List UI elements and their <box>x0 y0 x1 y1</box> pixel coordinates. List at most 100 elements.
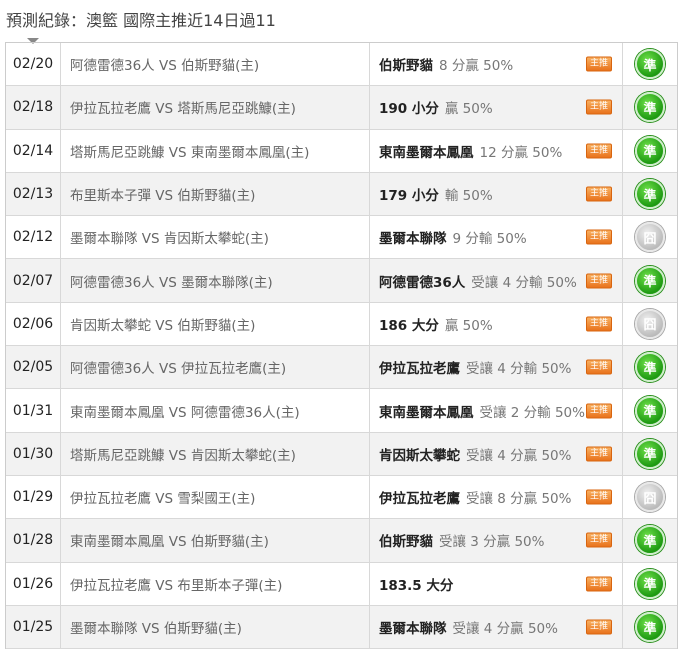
match-cell[interactable]: 墨爾本聯隊 VS 伯斯野貓(主) <box>61 605 370 649</box>
record-date: 02/18 <box>12 99 54 116</box>
pick-team: 190 小分 <box>379 101 439 118</box>
featured-pick-badge: 主推 <box>586 273 612 289</box>
result-cell: 準 <box>623 389 677 431</box>
result-cell: 準 <box>623 346 677 388</box>
pick-detail: 贏 50% <box>444 101 493 118</box>
match-teams[interactable]: 東南墨爾本鳳凰 VS 阿德雷德36人(主) <box>70 401 300 421</box>
match-cell[interactable]: 東南墨爾本鳳凰 VS 伯斯野貓(主) <box>61 519 370 562</box>
table-row[interactable]: 02/05 阿德雷德36人 VS 伊拉瓦拉老鷹(主) 伊拉瓦拉老鷹 受讓 4 分… <box>6 346 677 390</box>
correct-result-icon: 準 <box>635 92 665 123</box>
match-teams[interactable]: 肯因斯太攀蛇 VS 伯斯野貓(主) <box>70 314 255 334</box>
match-cell[interactable]: 布里斯本子彈 VS 伯斯野貓(主) <box>61 172 370 216</box>
result-cell: 準 <box>623 433 677 475</box>
match-cell[interactable]: 阿德雷德36人 VS 墨爾本聯隊(主) <box>61 259 370 302</box>
date-cell: 01/28 <box>6 519 61 562</box>
featured-pick-badge: 主推 <box>586 316 612 332</box>
result-cell: 囧 <box>623 303 677 345</box>
table-row[interactable]: 01/30 塔斯馬尼亞跳鱇 VS 肯因斯太攀蛇(主) 肯因斯太攀蛇 受讓 4 分… <box>6 432 677 476</box>
table-row[interactable]: 01/31 東南墨爾本鳳凰 VS 阿德雷德36人(主) 東南墨爾本鳳凰 受讓 2… <box>6 389 677 433</box>
match-cell[interactable]: 塔斯馬尼亞跳鱇 VS 肯因斯太攀蛇(主) <box>61 432 370 475</box>
pick-cell: 186 大分 贏 50% 主推 <box>370 302 623 346</box>
record-date: 01/26 <box>12 575 54 592</box>
match-cell[interactable]: 阿德雷德36人 VS 伯斯野貓(主) <box>61 43 370 86</box>
date-cell: 02/18 <box>6 86 61 129</box>
table-row[interactable]: 02/06 肯因斯太攀蛇 VS 伯斯野貓(主) 186 大分 贏 50% 主推 … <box>6 302 677 347</box>
record-date: 02/14 <box>12 142 54 159</box>
match-teams[interactable]: 伊拉瓦拉老鷹 VS 雪梨國王(主) <box>70 487 255 507</box>
match-teams[interactable]: 墨爾本聯隊 VS 肯因斯太攀蛇(主) <box>70 227 269 247</box>
table-row[interactable]: 01/26 伊拉瓦拉老鷹 VS 布里斯本子彈(主) 183.5 大分 主推 準 <box>6 562 677 606</box>
result-cell: 準 <box>623 43 677 85</box>
pick-team: 東南墨爾本鳳凰 <box>379 144 474 161</box>
pick-detail: 8 分贏 50% <box>439 58 514 75</box>
table-row[interactable]: 02/13 布里斯本子彈 VS 伯斯野貓(主) 179 小分 輸 50% 主推 … <box>6 172 677 217</box>
match-teams[interactable]: 阿德雷德36人 VS 墨爾本聯隊(主) <box>70 271 273 291</box>
page-title: 預測紀錄：澳籃 國際主推近14日過11 <box>6 11 276 30</box>
match-cell[interactable]: 東南墨爾本鳳凰 VS 阿德雷德36人(主) <box>61 389 370 432</box>
record-date: 01/29 <box>12 489 54 506</box>
correct-result-icon: 準 <box>635 525 665 556</box>
table-row[interactable]: 01/29 伊拉瓦拉老鷹 VS 雪梨國王(主) 伊拉瓦拉老鷹 受讓 8 分贏 5… <box>6 475 677 520</box>
pick-team: 伊拉瓦拉老鷹 <box>379 361 460 378</box>
date-cell: 02/06 <box>6 302 61 346</box>
pick-team: 肯因斯太攀蛇 <box>379 447 460 464</box>
pick-detail: 輸 50% <box>444 188 493 205</box>
featured-pick-badge: 主推 <box>586 403 612 419</box>
match-cell[interactable]: 塔斯馬尼亞跳鱇 VS 東南墨爾本鳳凰(主) <box>61 129 370 172</box>
pick-cell: 肯因斯太攀蛇 受讓 4 分贏 50% 主推 <box>370 432 623 475</box>
match-teams[interactable]: 伊拉瓦拉老鷹 VS 布里斯本子彈(主) <box>70 574 282 594</box>
match-teams[interactable]: 東南墨爾本鳳凰 VS 伯斯野貓(主) <box>70 530 269 550</box>
match-cell[interactable]: 肯因斯太攀蛇 VS 伯斯野貓(主) <box>61 302 370 346</box>
table-row[interactable]: 02/07 阿德雷德36人 VS 墨爾本聯隊(主) 阿德雷德36人 受讓 4 分… <box>6 259 677 303</box>
table-row[interactable]: 01/28 東南墨爾本鳳凰 VS 伯斯野貓(主) 伯斯野貓 受讓 3 分贏 50… <box>6 519 677 563</box>
match-teams[interactable]: 塔斯馬尼亞跳鱇 VS 肯因斯太攀蛇(主) <box>70 444 296 464</box>
match-teams[interactable]: 墨爾本聯隊 VS 伯斯野貓(主) <box>70 617 242 637</box>
missed-result-icon: 囧 <box>635 308 665 339</box>
record-date: 02/06 <box>12 315 54 332</box>
result-cell: 準 <box>623 606 677 648</box>
match-cell[interactable]: 伊拉瓦拉老鷹 VS 塔斯馬尼亞跳鱇(主) <box>61 86 370 129</box>
record-date: 01/30 <box>12 445 54 462</box>
match-cell[interactable]: 阿德雷德36人 VS 伊拉瓦拉老鷹(主) <box>61 346 370 389</box>
pick-cell: 伊拉瓦拉老鷹 受讓 8 分贏 50% 主推 <box>370 475 623 519</box>
table-row[interactable]: 01/25 墨爾本聯隊 VS 伯斯野貓(主) 墨爾本聯隊 受讓 4 分贏 50%… <box>6 605 677 649</box>
match-teams[interactable]: 阿德雷德36人 VS 伊拉瓦拉老鷹(主) <box>70 357 286 377</box>
result-cell: 準 <box>623 519 677 561</box>
table-row[interactable]: 02/14 塔斯馬尼亞跳鱇 VS 東南墨爾本鳳凰(主) 東南墨爾本鳳凰 12 分… <box>6 129 677 173</box>
pick-detail: 受讓 4 分輸 50% <box>466 361 572 378</box>
featured-pick-badge: 主推 <box>586 56 612 72</box>
match-teams[interactable]: 伊拉瓦拉老鷹 VS 塔斯馬尼亞跳鱇(主) <box>70 97 296 117</box>
pick-cell: 阿德雷德36人 受讓 4 分輸 50% 主推 <box>370 259 623 302</box>
table-row[interactable]: 02/18 伊拉瓦拉老鷹 VS 塔斯馬尼亞跳鱇(主) 190 小分 贏 50% … <box>6 86 677 130</box>
record-date: 02/07 <box>12 272 54 289</box>
table-row[interactable]: 02/12 墨爾本聯隊 VS 肯因斯太攀蛇(主) 墨爾本聯隊 9 分輸 50% … <box>6 216 677 260</box>
pick-cell: 東南墨爾本鳳凰 12 分贏 50% 主推 <box>370 129 623 172</box>
result-cell: 準 <box>623 563 677 605</box>
match-teams[interactable]: 布里斯本子彈 VS 伯斯野貓(主) <box>70 184 255 204</box>
result-cell: 準 <box>623 130 677 172</box>
pick-team: 179 小分 <box>379 188 439 205</box>
table-row[interactable]: 02/20 阿德雷德36人 VS 伯斯野貓(主) 伯斯野貓 8 分贏 50% 主… <box>6 43 677 87</box>
pick-cell: 伯斯野貓 8 分贏 50% 主推 <box>370 43 623 86</box>
page-header: 預測紀錄：澳籃 國際主推近14日過11 <box>0 0 683 44</box>
match-cell[interactable]: 墨爾本聯隊 VS 肯因斯太攀蛇(主) <box>61 216 370 259</box>
match-cell[interactable]: 伊拉瓦拉老鷹 VS 雪梨國王(主) <box>61 475 370 519</box>
featured-pick-badge: 主推 <box>586 186 612 202</box>
date-cell: 02/12 <box>6 216 61 259</box>
date-cell: 01/29 <box>6 475 61 519</box>
featured-pick-badge: 主推 <box>586 99 612 115</box>
pick-team: 墨爾本聯隊 <box>379 231 447 248</box>
match-teams[interactable]: 塔斯馬尼亞跳鱇 VS 東南墨爾本鳳凰(主) <box>70 141 309 161</box>
record-date: 01/28 <box>12 532 54 549</box>
correct-result-icon: 準 <box>635 395 665 426</box>
featured-pick-badge: 主推 <box>586 446 612 462</box>
record-date: 02/13 <box>12 186 54 203</box>
result-cell: 囧 <box>623 216 677 258</box>
result-cell: 囧 <box>623 476 677 518</box>
date-cell: 02/14 <box>6 129 61 172</box>
record-date: 01/25 <box>12 619 54 635</box>
prediction-records-table: 02/20 阿德雷德36人 VS 伯斯野貓(主) 伯斯野貓 8 分贏 50% 主… <box>5 42 678 649</box>
match-cell[interactable]: 伊拉瓦拉老鷹 VS 布里斯本子彈(主) <box>61 562 370 605</box>
featured-pick-badge: 主推 <box>586 359 612 375</box>
match-teams[interactable]: 阿德雷德36人 VS 伯斯野貓(主) <box>70 54 259 74</box>
